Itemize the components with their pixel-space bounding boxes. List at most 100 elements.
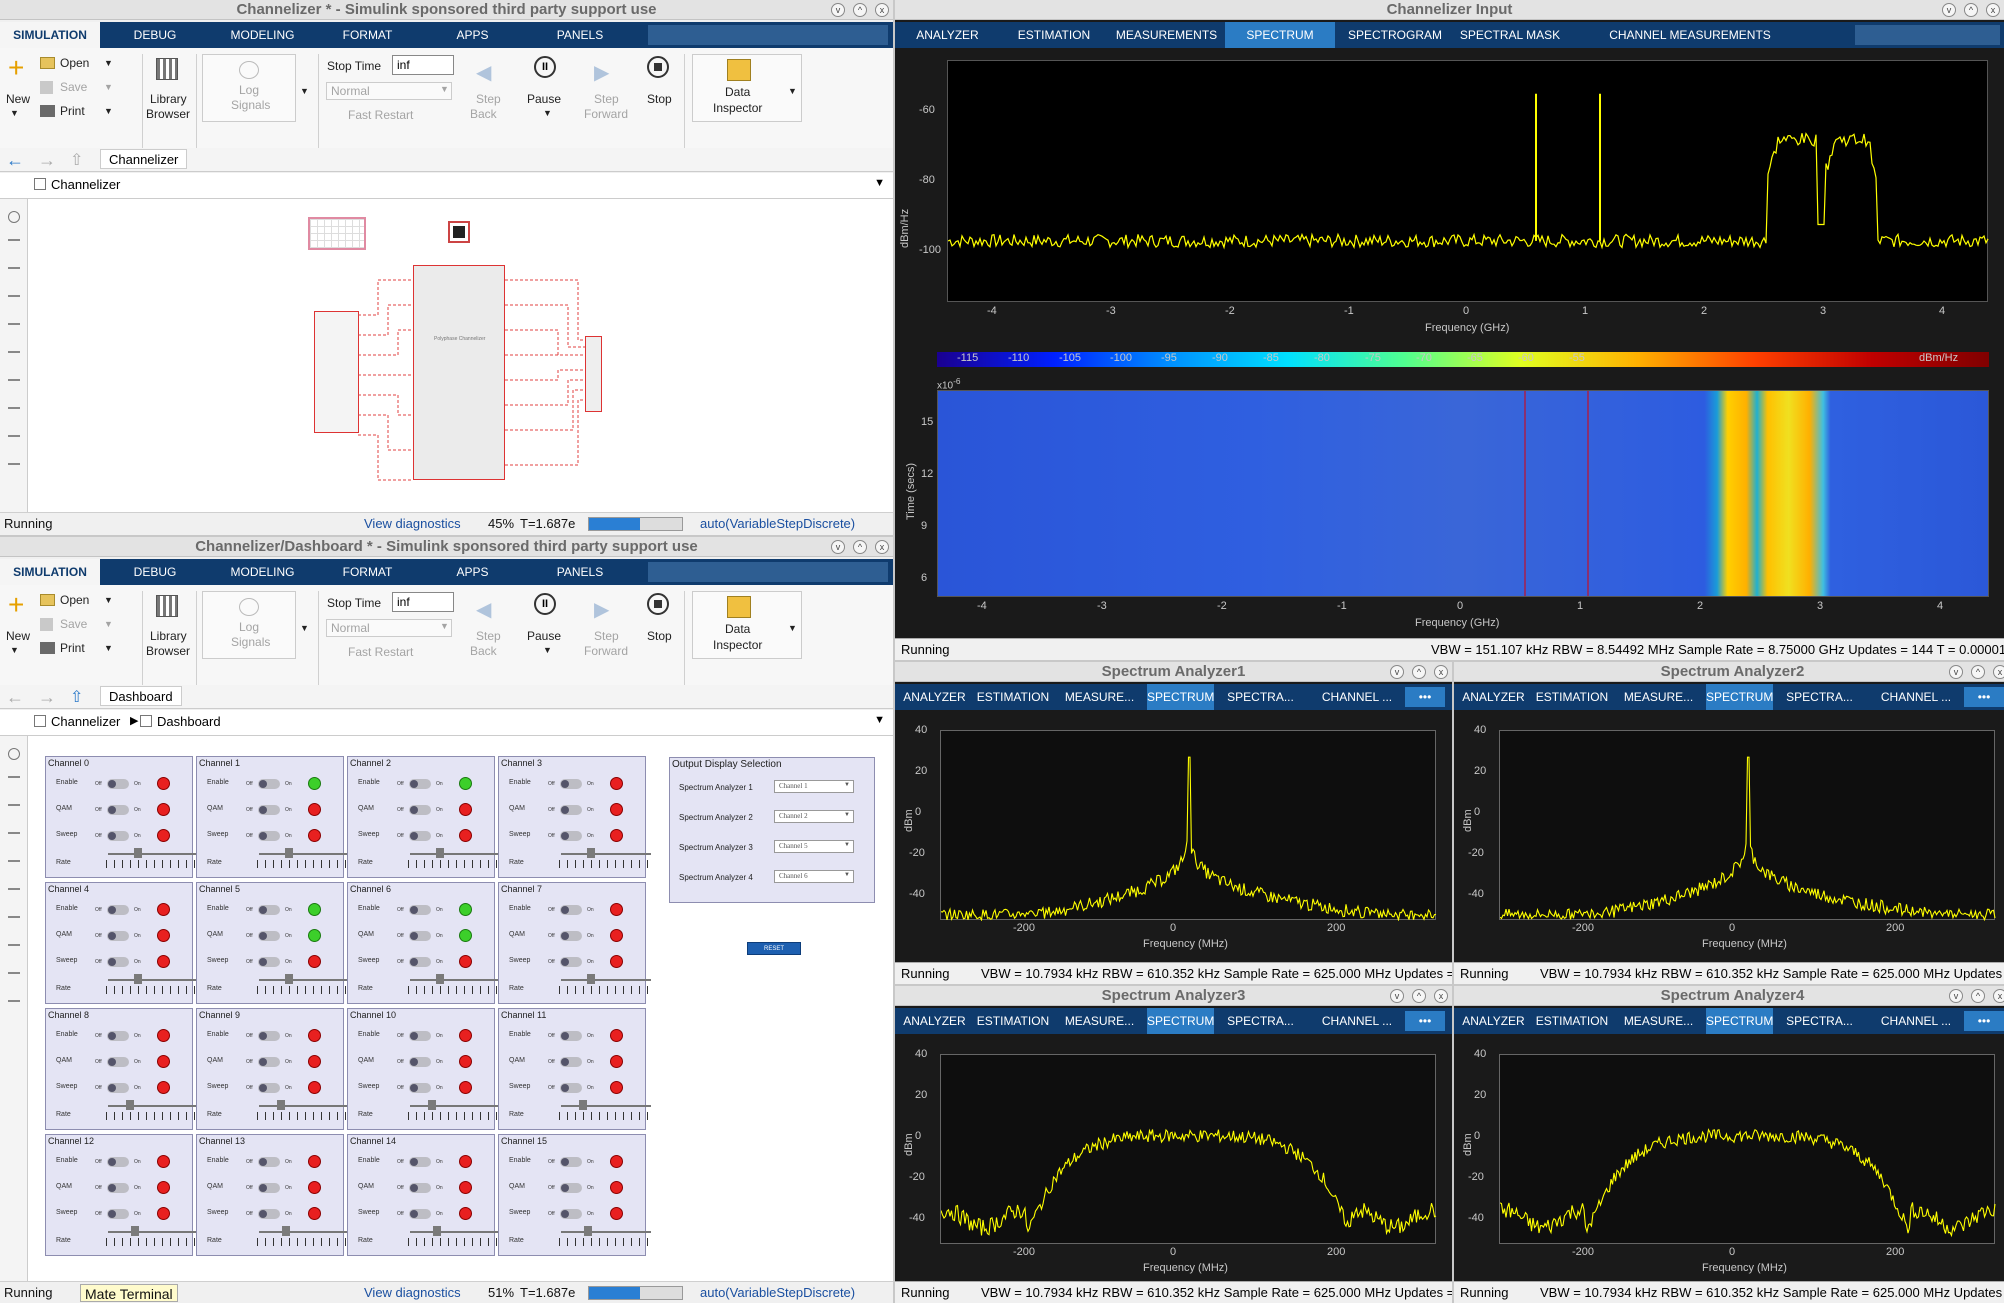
source-block[interactable]	[314, 311, 359, 433]
print-button[interactable]: Print	[60, 641, 85, 655]
scope-tab[interactable]: ANALYZER	[895, 22, 1000, 48]
breadcrumb-leaf[interactable]: Dashboard	[157, 714, 221, 729]
toggle-switch[interactable]	[409, 1183, 431, 1193]
step-back-icon[interactable]: ◀	[476, 597, 491, 622]
more-tabs-button[interactable]: •••	[1964, 1011, 2004, 1031]
quick-access-toolbar[interactable]	[648, 562, 888, 582]
step-forward-button[interactable]: Step	[594, 629, 619, 643]
chevron-down-icon[interactable]: ▼	[300, 623, 309, 633]
toggle-switch[interactable]	[409, 1083, 431, 1093]
toggle-switch[interactable]	[107, 1209, 129, 1219]
toggle-switch[interactable]	[258, 931, 280, 941]
nav-address[interactable]: Dashboard	[100, 686, 182, 706]
toggle-switch[interactable]	[258, 1057, 280, 1067]
toggle-switch[interactable]	[258, 1083, 280, 1093]
scope-tab[interactable]: CHANNEL ...	[1866, 1008, 1966, 1034]
save-button[interactable]: Save	[60, 80, 87, 94]
tab-modeling[interactable]: MODELING	[215, 22, 310, 48]
spectrum-plot-area[interactable]	[947, 60, 1989, 302]
step-forward-button-line2[interactable]: Forward	[584, 644, 628, 658]
tab-apps[interactable]: APPS	[430, 559, 515, 585]
rate-slider-track[interactable]	[259, 1231, 349, 1233]
up-arrow-icon[interactable]: ⇧	[70, 687, 83, 707]
scope-tab[interactable]: ANALYZER	[1454, 1008, 1533, 1034]
step-forward-button-line2[interactable]: Forward	[584, 107, 628, 121]
scope-tab[interactable]: CHANNEL ...	[1307, 684, 1407, 710]
toggle-switch[interactable]	[258, 1157, 280, 1167]
rate-slider-knob[interactable]	[579, 1100, 587, 1110]
chevron-down-icon[interactable]: ▼	[10, 108, 19, 118]
spectrogram-image[interactable]	[937, 390, 1989, 597]
chevron-down-icon[interactable]: ▼	[788, 86, 797, 96]
scope-tab[interactable]: ESTIMATION	[974, 1008, 1052, 1034]
analyzer-plot-area[interactable]	[1499, 1054, 1996, 1244]
toggle-switch[interactable]	[258, 1031, 280, 1041]
step-forward-button[interactable]: Step	[594, 92, 619, 106]
chevron-down-icon[interactable]: ▼	[104, 643, 113, 653]
toggle-switch[interactable]	[107, 1057, 129, 1067]
minimize-icon[interactable]: v	[1942, 3, 1956, 17]
rate-slider-track[interactable]	[108, 1231, 198, 1233]
scope-tab[interactable]: CHANNEL MEASUREMENTS	[1565, 22, 1815, 48]
tab-format[interactable]: FORMAT	[320, 559, 415, 585]
tab-simulation[interactable]: SIMULATION	[0, 22, 100, 48]
scope-tab[interactable]: ANALYZER	[1454, 684, 1533, 710]
pause-button[interactable]: Pause	[527, 92, 561, 106]
scope-tab[interactable]: SPECTRUM	[1147, 684, 1214, 710]
data-inspector-button[interactable]: Data Inspector	[692, 591, 802, 659]
chevron-down-icon[interactable]: ▼	[543, 108, 552, 118]
new-button[interactable]: New	[6, 92, 30, 106]
scope-block[interactable]	[448, 221, 470, 243]
toggle-switch[interactable]	[560, 1083, 582, 1093]
scope-tab[interactable]: SPECTRUM	[1706, 1008, 1773, 1034]
toggle-switch[interactable]	[409, 1157, 431, 1167]
output-channel-select[interactable]: Channel 1 ▼	[774, 780, 854, 793]
maximize-icon[interactable]: ^	[1412, 665, 1426, 679]
close-icon[interactable]: x	[1434, 665, 1448, 679]
toggle-switch[interactable]	[107, 1031, 129, 1041]
chevron-down-icon[interactable]: ▼	[440, 621, 449, 631]
toggle-switch[interactable]	[560, 905, 582, 915]
chevron-down-icon[interactable]: ▼	[788, 623, 797, 633]
rate-slider-knob[interactable]	[285, 848, 293, 858]
back-arrow-icon[interactable]: ←	[6, 150, 24, 171]
toggle-switch[interactable]	[560, 831, 582, 841]
back-arrow-icon[interactable]: ←	[6, 687, 24, 708]
new-icon[interactable]: +	[8, 591, 30, 619]
scope-tab[interactable]: SPECTROGRAM	[1335, 22, 1455, 48]
tab-panels[interactable]: PANELS	[530, 559, 630, 585]
pause-button[interactable]: Pause	[527, 629, 561, 643]
chevron-down-icon[interactable]: ▼	[440, 84, 449, 94]
scope-tab[interactable]: SPECTRA...	[1773, 684, 1866, 710]
chevron-down-icon[interactable]: ▼	[300, 86, 309, 96]
maximize-icon[interactable]: ^	[853, 3, 867, 17]
library-browser-button[interactable]: Library	[150, 629, 187, 643]
toggle-switch[interactable]	[560, 1183, 582, 1193]
toggle-switch[interactable]	[107, 805, 129, 815]
tab-simulation[interactable]: SIMULATION	[0, 559, 100, 585]
minimize-icon[interactable]: v	[831, 540, 845, 554]
scope-tab[interactable]: MEASURE...	[1052, 684, 1147, 710]
output-channel-select[interactable]: Channel 2 ▼	[774, 810, 854, 823]
rate-slider-track[interactable]	[410, 1105, 500, 1107]
dashboard-block[interactable]	[308, 217, 366, 250]
toggle-switch[interactable]	[107, 1157, 129, 1167]
output-channel-select[interactable]: Channel 5 ▼	[774, 840, 854, 853]
reset-button[interactable]: RESET	[747, 942, 801, 955]
chevron-down-icon[interactable]: ▼	[104, 58, 113, 68]
chevron-down-icon[interactable]: ▼	[874, 177, 885, 189]
pause-icon[interactable]: II	[534, 593, 556, 615]
library-browser-icon[interactable]	[156, 595, 178, 617]
chevron-down-icon[interactable]: ▼	[104, 106, 113, 116]
rate-slider-knob[interactable]	[126, 1100, 134, 1110]
maximize-icon[interactable]: ^	[853, 540, 867, 554]
rate-slider-knob[interactable]	[433, 1226, 441, 1236]
data-inspector-button[interactable]: Data Inspector	[692, 54, 802, 122]
fast-restart-button[interactable]: Fast Restart	[348, 108, 413, 122]
minimize-icon[interactable]: v	[1949, 665, 1963, 679]
stop-time-input[interactable]: inf	[392, 55, 454, 75]
scope-tab[interactable]: ESTIMATION	[1533, 1008, 1611, 1034]
nav-address[interactable]: Channelizer	[100, 149, 188, 169]
tab-apps[interactable]: APPS	[430, 22, 515, 48]
toggle-switch[interactable]	[409, 805, 431, 815]
